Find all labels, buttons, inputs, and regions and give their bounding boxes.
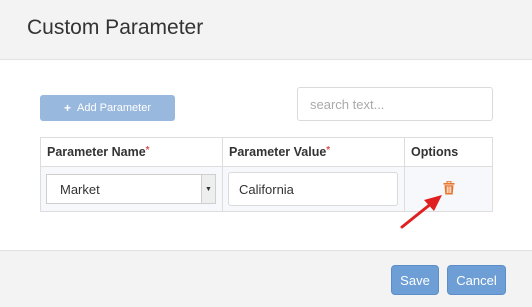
save-button[interactable]: Save (391, 265, 439, 295)
header-parameter-name: Parameter Name* (40, 137, 223, 167)
header-name-label: Parameter Name (47, 145, 146, 159)
header-options-label: Options (411, 145, 459, 159)
header-parameter-value: Parameter Value* (222, 137, 405, 167)
dialog-header: Custom Parameter (0, 0, 532, 60)
required-marker: * (145, 145, 150, 156)
parameter-name-select[interactable]: Market ▼ (46, 174, 216, 204)
header-options: Options (404, 137, 493, 167)
parameter-value-input[interactable]: California (228, 172, 398, 206)
parameter-name-selected: Market (60, 181, 100, 197)
add-parameter-button[interactable]: + Add Parameter (40, 95, 175, 121)
table-header-row: Parameter Name* Parameter Value* Options (40, 137, 493, 167)
parameter-value-text: California (239, 181, 294, 197)
parameter-name-cell: Market ▼ (40, 166, 223, 212)
dialog-title: Custom Parameter (27, 16, 204, 39)
search-input[interactable] (297, 87, 493, 121)
dropdown-arrow-icon[interactable]: ▼ (201, 175, 215, 203)
cancel-button[interactable]: Cancel (447, 265, 506, 295)
parameter-value-cell: California (222, 166, 405, 212)
header-value-label: Parameter Value (229, 145, 327, 159)
required-marker: * (326, 145, 331, 156)
annotation-arrow-icon (400, 195, 442, 229)
plus-icon: + (64, 101, 72, 115)
add-parameter-label: Add Parameter (77, 102, 151, 114)
